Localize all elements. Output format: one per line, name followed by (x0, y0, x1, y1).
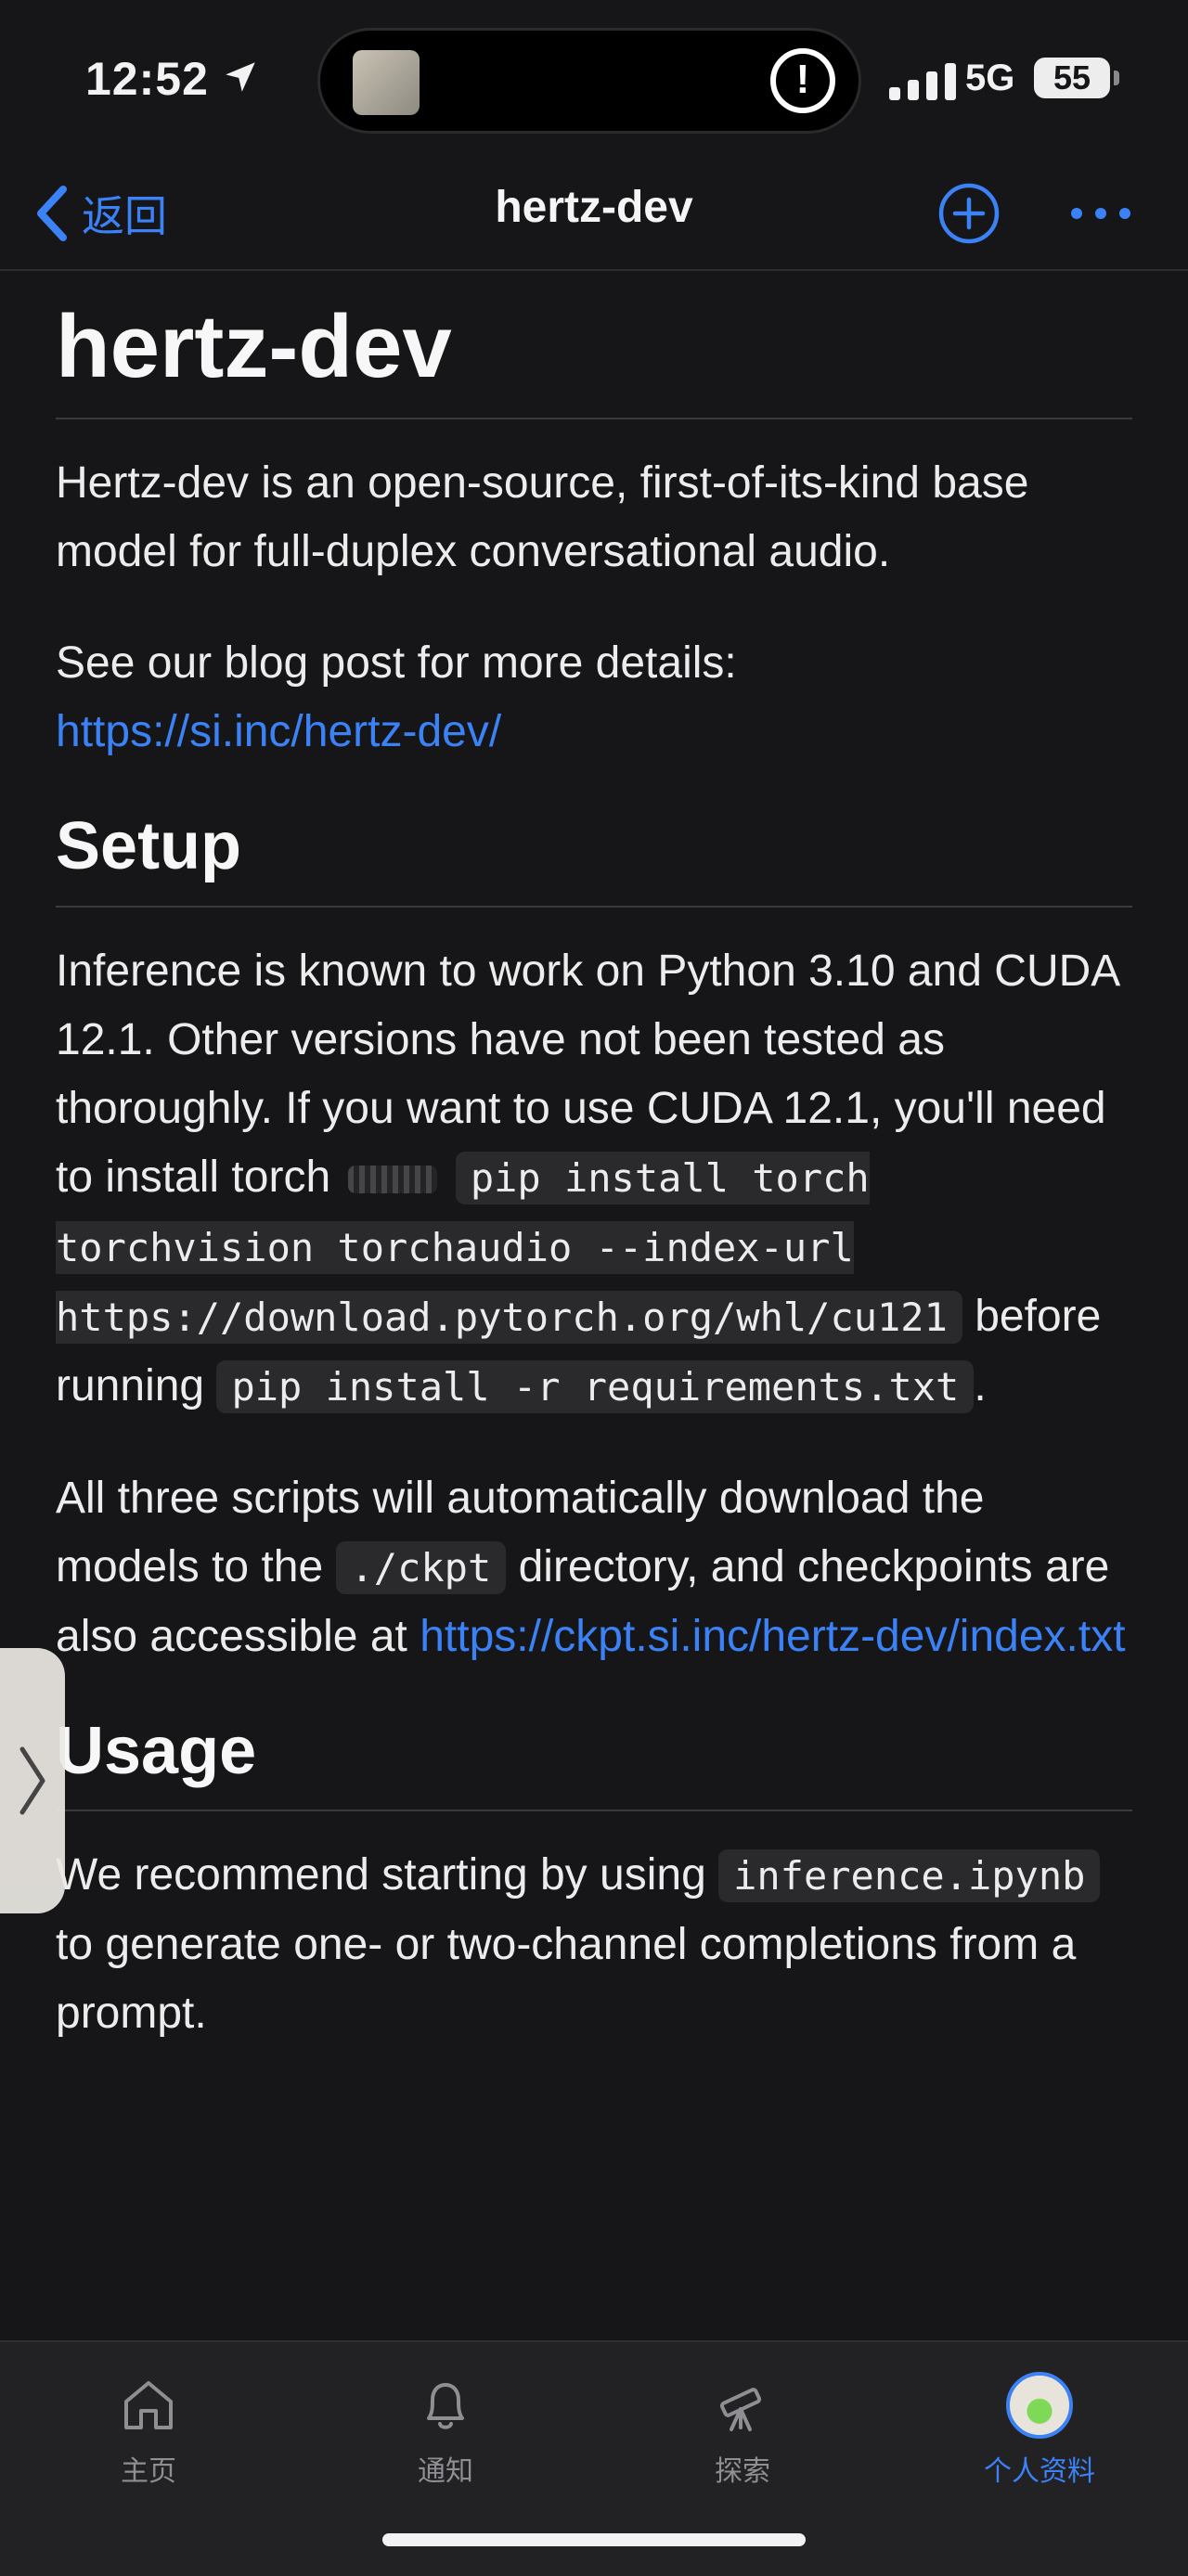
side-drawer-handle[interactable] (0, 1648, 65, 1913)
readme-content: hertz-dev Hertz-dev is an open-source, f… (56, 269, 1132, 2338)
checkpoints-link[interactable]: https://ckpt.si.inc/hertz-dev/index.txt (420, 1612, 1125, 1661)
bell-icon (427, 2383, 464, 2429)
page-title: hertz-dev (495, 183, 693, 232)
more-dots-icon[interactable] (1067, 195, 1134, 232)
tab-bar: 主页 通知 探索 个人资料 (0, 2340, 1188, 2576)
avatar (1006, 2372, 1073, 2439)
scripts-paragraph: All three scripts will automatically dow… (56, 1464, 1132, 1671)
usage-code: inference.ipynb (718, 1849, 1101, 1903)
status-bar: 12:52 ! 5G 55 (0, 0, 1188, 158)
alert-icon: ! (770, 48, 835, 113)
cellular-signal-icon (889, 63, 956, 100)
tab-notifications-label: 通知 (418, 2456, 473, 2487)
status-time: 12:52 (85, 53, 209, 105)
blog-link[interactable]: https://si.inc/hertz-dev/ (56, 707, 501, 756)
scripts-code: ./ckpt (335, 1540, 507, 1594)
setup-code-2: pip install -r requirements.txt (216, 1359, 975, 1413)
usage-text-1: We recommend starting by using (56, 1850, 706, 1900)
setup-heading: Setup (56, 804, 1132, 908)
tab-explore[interactable]: 探索 (650, 2363, 835, 2492)
tab-profile-label: 个人资料 (984, 2456, 1095, 2487)
redacted-text (348, 1165, 438, 1193)
tab-home[interactable]: 主页 (56, 2363, 241, 2492)
readme-title: hertz-dev (56, 291, 1132, 419)
add-circle-icon[interactable] (937, 182, 1001, 245)
tab-explore-label: 探索 (715, 2456, 770, 2487)
chevron-right-icon (19, 1746, 45, 1815)
usage-heading: Usage (56, 1708, 1132, 1812)
tab-notifications[interactable]: 通知 (353, 2363, 538, 2492)
navigation-bar: 返回 hertz-dev (0, 158, 1188, 271)
blog-text: See our blog post for more details: (56, 638, 737, 688)
blog-paragraph: See our blog post for more details: http… (56, 629, 1132, 766)
setup-text-3: . (974, 1360, 987, 1410)
battery-icon: 55 (1034, 58, 1110, 98)
home-icon (124, 2381, 173, 2429)
back-label: 返回 (82, 192, 167, 240)
home-indicator (382, 2533, 806, 2546)
usage-text-2: to generate one- or two-channel completi… (56, 1920, 1077, 2039)
network-type: 5G (965, 58, 1015, 98)
tab-home-label: 主页 (121, 2456, 176, 2487)
setup-paragraph: Inference is known to work on Python 3.1… (56, 937, 1132, 1422)
usage-paragraph: We recommend starting by using inference… (56, 1841, 1132, 2048)
tab-profile[interactable]: 个人资料 (947, 2363, 1132, 2492)
island-thumbnail (353, 50, 420, 115)
intro-paragraph: Hertz-dev is an open-source, first-of-it… (56, 458, 1029, 576)
location-arrow-icon (226, 62, 255, 92)
telescope-icon (719, 2388, 762, 2431)
chevron-left-icon (37, 186, 67, 241)
battery-cap (1114, 71, 1119, 85)
back-button[interactable]: 返回 (33, 176, 167, 251)
